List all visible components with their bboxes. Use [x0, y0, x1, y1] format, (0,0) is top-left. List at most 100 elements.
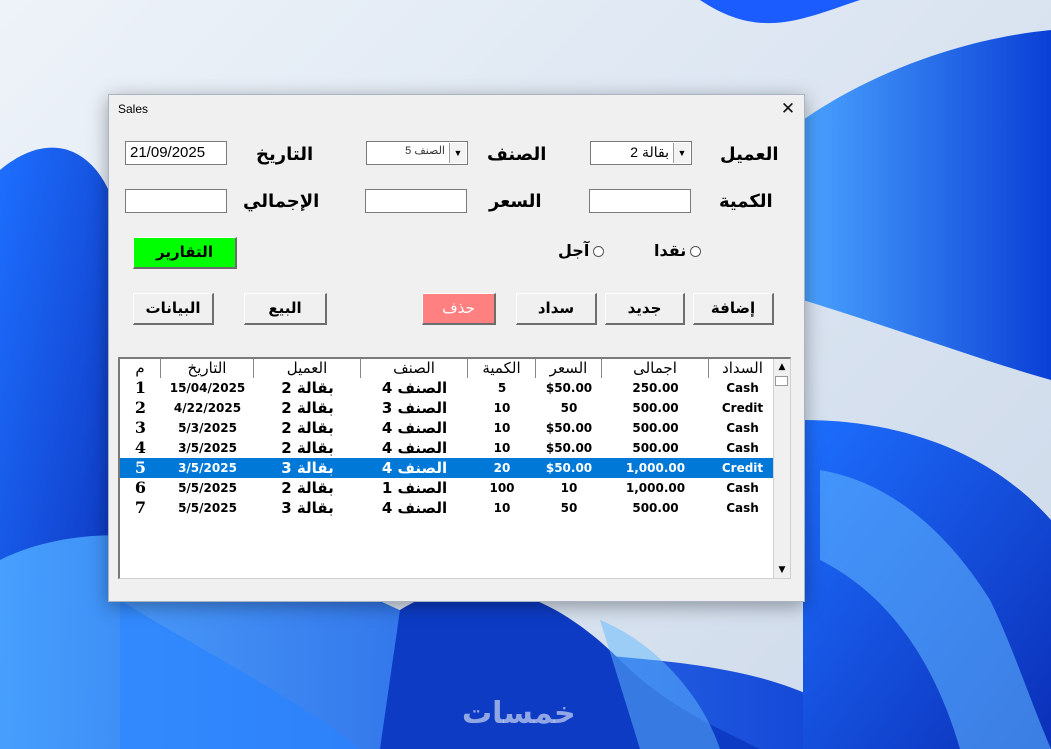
- cell-customer: بقالة 2: [281, 399, 334, 417]
- cell-payment: Cash: [726, 421, 759, 435]
- item-combobox[interactable]: الصنف 5 ▼: [366, 141, 468, 165]
- cell-date: 3/5/2025: [178, 461, 237, 475]
- radio-cash[interactable]: نقدا: [654, 241, 702, 260]
- header-total: اجمالى: [602, 359, 709, 378]
- cell-item: الصنف 1: [381, 479, 448, 497]
- sell-button[interactable]: البيع: [244, 293, 327, 325]
- total-field[interactable]: [125, 189, 227, 213]
- table-row[interactable]: 7 5/5/2025 بقالة 3 الصنف 4 10 50 500.00 Cash: [120, 498, 776, 518]
- table-row[interactable]: 3 5/3/2025 بقالة 2 الصنف 4 10 $50.00 500.00 Cas…: [120, 418, 776, 438]
- radio-cash-dot[interactable]: [690, 246, 702, 257]
- cell-qty: 10: [493, 501, 511, 515]
- date-field[interactable]: 21/09/2025: [125, 141, 227, 165]
- cell-qty: 10: [493, 441, 511, 455]
- total-label: الإجمالي: [243, 191, 320, 212]
- cell-payment: Credit: [721, 401, 764, 415]
- cell-price: $50.00: [545, 381, 593, 395]
- header-customer: العميل: [254, 359, 361, 378]
- table-row[interactable]: 2 4/22/2025 بقالة 2 الصنف 3 10 50 500.00 Credit: [120, 398, 776, 418]
- cell-date: 3/5/2025: [178, 441, 237, 455]
- customer-combobox[interactable]: بقالة 2 ▼: [590, 141, 692, 165]
- window-title: Sales: [118, 102, 149, 116]
- cell-qty: 100: [489, 481, 515, 495]
- radio-cash-label: نقدا: [654, 241, 687, 260]
- header-price: السعر: [536, 359, 602, 378]
- date-label: التاريخ: [256, 144, 314, 165]
- customer-label: العميل: [720, 144, 779, 165]
- cell-index: 5: [134, 458, 147, 477]
- header-date: التاريخ: [161, 359, 254, 378]
- header-index: م: [120, 359, 161, 378]
- cell-index: 4: [134, 438, 147, 457]
- cell-customer: بقالة 3: [281, 459, 334, 477]
- cell-qty: 20: [493, 461, 511, 475]
- header-payment: السداد: [722, 359, 763, 377]
- cell-total: 500.00: [632, 401, 679, 415]
- cell-total: 1,000.00: [625, 461, 686, 475]
- delete-button[interactable]: حذف: [422, 293, 496, 325]
- cell-customer: بقالة 2: [281, 419, 334, 437]
- cell-qty: 10: [493, 421, 511, 435]
- cell-index: 1: [134, 378, 147, 397]
- cell-item: الصنف 4: [381, 379, 448, 397]
- scroll-down-icon[interactable]: ▼: [774, 562, 790, 578]
- close-icon[interactable]: ✕: [776, 97, 800, 121]
- sales-listbox[interactable]: م التاريخ العميل الصنف الكمية السعر اجما…: [118, 357, 791, 579]
- cell-date: 5/5/2025: [178, 501, 237, 515]
- data-button[interactable]: البيانات: [133, 293, 214, 325]
- title-bar: Sales ✕: [109, 95, 804, 123]
- price-label: السعر: [489, 191, 542, 212]
- customer-value: بقالة 2: [630, 144, 669, 160]
- cell-customer: بقالة 2: [281, 439, 334, 457]
- list-scrollbar[interactable]: ▲ ▼: [773, 359, 790, 578]
- cell-total: 500.00: [632, 421, 679, 435]
- item-value: الصنف 5: [405, 145, 445, 157]
- cell-index: 2: [134, 398, 147, 417]
- scroll-thumb[interactable]: [775, 376, 788, 386]
- cell-price: $50.00: [545, 421, 593, 435]
- cell-price: 50: [560, 401, 578, 415]
- cell-price: 50: [560, 501, 578, 515]
- price-field[interactable]: [365, 189, 467, 213]
- cell-index: 6: [134, 478, 147, 497]
- cell-index: 3: [134, 418, 147, 437]
- cell-payment: Cash: [726, 441, 759, 455]
- table-row[interactable]: 1 15/04/2025 بقالة 2 الصنف 4 5 $50.00 250.00 Ca…: [120, 378, 776, 398]
- cell-total: 500.00: [632, 441, 679, 455]
- pay-button[interactable]: سداد: [516, 293, 597, 325]
- chevron-down-icon[interactable]: ▼: [673, 143, 690, 163]
- table-row[interactable]: 4 3/5/2025 بقالة 2 الصنف 4 10 $50.00 500.00 Cas…: [120, 438, 776, 458]
- cell-payment: Cash: [726, 481, 759, 495]
- cell-qty: 10: [493, 401, 511, 415]
- cell-price: 10: [560, 481, 578, 495]
- scroll-up-icon[interactable]: ▲: [774, 359, 790, 375]
- quantity-field[interactable]: [589, 189, 691, 213]
- table-row[interactable]: 5 3/5/2025 بقالة 3 الصنف 4 20 $50.00 1,000.00 C…: [120, 458, 776, 478]
- new-button[interactable]: جديد: [605, 293, 685, 325]
- item-label: الصنف: [487, 144, 547, 165]
- chevron-down-icon[interactable]: ▼: [449, 143, 466, 163]
- cell-qty: 5: [497, 381, 507, 395]
- table-row[interactable]: 6 5/5/2025 بقالة 2 الصنف 1 100 10 1,000.00 Cash: [120, 478, 776, 498]
- header-item: الصنف: [361, 359, 468, 378]
- cell-total: 250.00: [632, 381, 679, 395]
- cell-item: الصنف 4: [381, 419, 448, 437]
- cell-item: الصنف 3: [381, 399, 448, 417]
- header-qty: الكمية: [468, 359, 536, 378]
- cell-payment: Cash: [726, 501, 759, 515]
- cell-price: $50.00: [545, 441, 593, 455]
- cell-payment: Credit: [721, 461, 764, 475]
- cell-item: الصنف 4: [381, 439, 448, 457]
- radio-credit-label: آجل: [558, 241, 590, 260]
- cell-customer: بقالة 3: [281, 499, 334, 517]
- radio-credit[interactable]: آجل: [558, 241, 605, 260]
- cell-date: 15/04/2025: [169, 381, 246, 395]
- cell-price: $50.00: [545, 461, 593, 475]
- reports-button[interactable]: التقارير: [133, 237, 237, 269]
- cell-payment: Cash: [726, 381, 759, 395]
- add-button[interactable]: إضافة: [693, 293, 774, 325]
- radio-credit-dot[interactable]: [593, 246, 605, 257]
- quantity-label: الكمية: [719, 191, 773, 212]
- cell-customer: بقالة 2: [281, 379, 334, 397]
- cell-customer: بقالة 2: [281, 479, 334, 497]
